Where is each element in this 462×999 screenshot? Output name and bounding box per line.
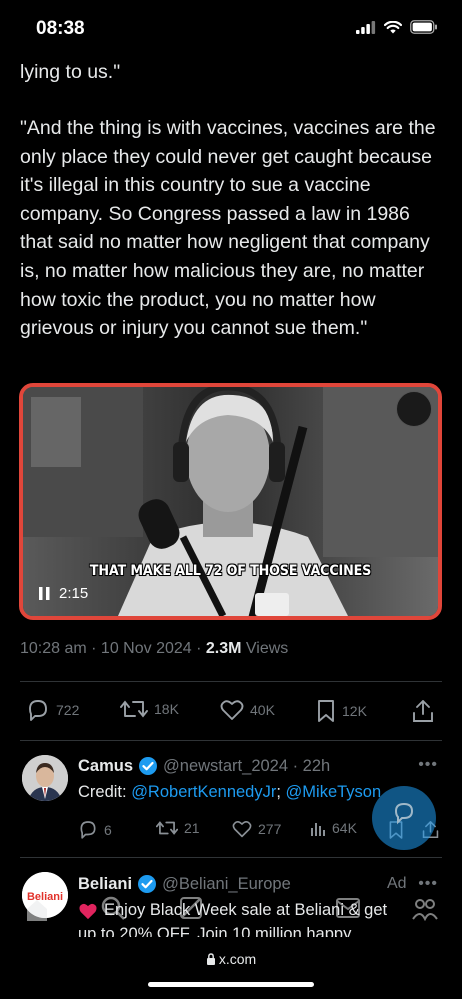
compose-button[interactable] xyxy=(372,786,436,850)
reply-text-prefix: Credit: xyxy=(78,783,132,801)
reply-icon xyxy=(29,700,47,721)
status-icons xyxy=(356,20,438,34)
reply-button[interactable]: 722 xyxy=(26,699,79,721)
status-bar: 08:38 xyxy=(0,0,462,58)
bottom-tab-bar xyxy=(0,885,462,937)
messages-tab-icon[interactable] xyxy=(335,897,361,919)
compose-icon xyxy=(394,802,414,825)
views-count: 2.3M xyxy=(205,640,242,657)
reply-author-handle: @newstart_2024 · 22h xyxy=(163,756,331,775)
communities-tab-icon[interactable] xyxy=(412,897,438,921)
like-button[interactable]: 277 xyxy=(232,820,281,838)
battery-icon xyxy=(410,20,437,34)
browser-url-bar[interactable]: x.com xyxy=(0,937,462,999)
tweet-text-paragraph: "And the thing is with vaccines, vaccine… xyxy=(20,117,436,340)
like-count: 277 xyxy=(258,821,282,837)
mention-link[interactable]: @MikeTyson xyxy=(286,783,382,801)
search-tab-icon[interactable] xyxy=(100,895,126,921)
channel-logo-icon xyxy=(396,391,432,427)
grok-tab-icon[interactable] xyxy=(178,895,204,921)
repost-button[interactable]: 21 xyxy=(156,820,200,836)
reply-author-name[interactable]: Camus xyxy=(78,757,133,776)
repost-icon xyxy=(156,821,178,835)
heart-icon xyxy=(232,821,252,838)
reply-button[interactable]: 6 xyxy=(78,820,112,839)
verified-badge-icon xyxy=(139,757,158,775)
share-icon xyxy=(413,700,433,722)
reply-text-separator: ; xyxy=(276,783,286,801)
video-time: 2:15 xyxy=(59,585,89,602)
repost-icon xyxy=(120,700,148,718)
share-button[interactable] xyxy=(412,699,434,723)
like-count: 40K xyxy=(250,702,275,718)
tweet-text-line: lying to us." xyxy=(20,61,121,83)
tweet-timestamp: 10:28 am · 10 Nov 2024 · xyxy=(20,640,206,657)
avatar-image xyxy=(22,755,68,801)
lock-icon xyxy=(206,953,215,965)
bookmark-button[interactable]: 12K xyxy=(316,699,367,723)
views-button[interactable]: 64K xyxy=(310,820,357,836)
repost-count: 21 xyxy=(184,820,200,836)
video-subtitle: THAT MAKE ALL 72 OF THOSE VACCINES xyxy=(89,563,372,579)
pause-icon[interactable] xyxy=(39,587,50,600)
reply-icon xyxy=(80,821,96,839)
url-display[interactable]: x.com xyxy=(0,951,462,967)
bookmark-icon xyxy=(318,700,334,722)
home-tab-icon[interactable] xyxy=(24,897,50,923)
avatar[interactable] xyxy=(22,755,68,801)
cellular-signal-icon xyxy=(356,20,376,34)
repost-button[interactable]: 18K xyxy=(120,699,179,719)
url-text: x.com xyxy=(218,951,257,967)
views-icon xyxy=(311,823,325,836)
status-time: 08:38 xyxy=(36,18,85,39)
more-options-icon[interactable]: ••• xyxy=(418,756,438,774)
reply-count: 6 xyxy=(104,821,112,838)
reply-count: 722 xyxy=(56,702,80,718)
home-indicator[interactable] xyxy=(148,982,314,987)
tweet-meta: 10:28 am · 10 Nov 2024 · 2.3M Views xyxy=(20,640,288,658)
divider xyxy=(20,857,442,858)
heart-icon xyxy=(220,700,244,720)
mention-link[interactable]: @RobertKennedyJr xyxy=(131,783,276,801)
divider xyxy=(20,740,442,741)
video-playback-controls[interactable]: 2:15 xyxy=(39,585,88,602)
bookmark-count: 12K xyxy=(342,703,367,719)
divider xyxy=(20,681,442,682)
reply-text: Credit: @RobertKennedyJr; @MikeTyson xyxy=(78,783,381,802)
views-label: Views xyxy=(241,640,289,657)
wifi-icon xyxy=(384,20,402,33)
repost-count: 18K xyxy=(154,701,179,717)
views-count: 64K xyxy=(332,820,357,836)
tweet-actions: 722 18K 40K 12K xyxy=(0,695,462,729)
reply-header: Camus @newstart_2024 · 22h xyxy=(78,756,330,776)
video-frame xyxy=(23,387,438,616)
like-button[interactable]: 40K xyxy=(220,699,275,721)
video-player[interactable]: THAT MAKE ALL 72 OF THOSE VACCINES 2:15 xyxy=(19,383,442,620)
